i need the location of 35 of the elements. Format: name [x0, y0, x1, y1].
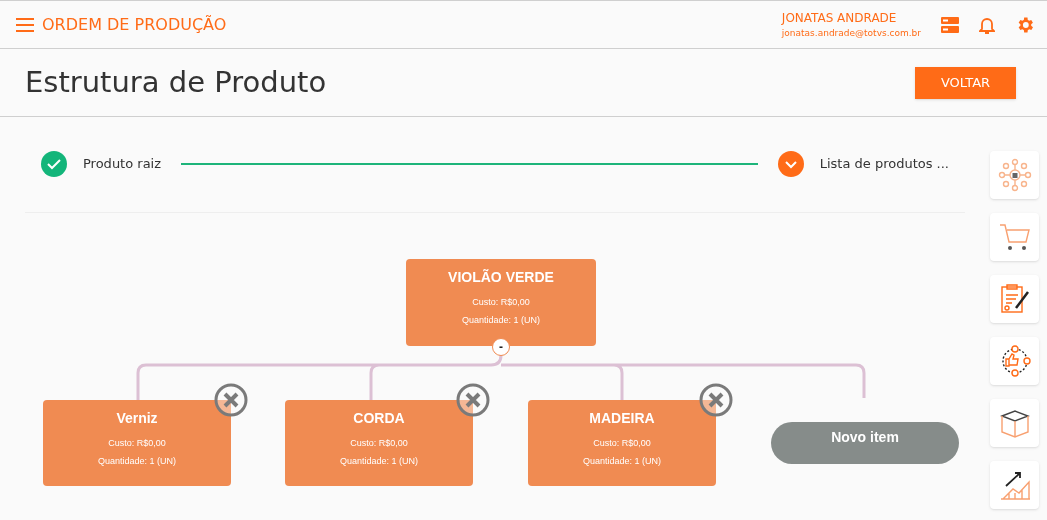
product-node[interactable]: CORDA Custo: R$0,00 Quantidade: 1 (UN) — [285, 400, 473, 486]
product-node[interactable]: Verniz Custo: R$0,00 Quantidade: 1 (UN) — [43, 400, 231, 486]
product-cost: Custo: R$0,00 — [350, 437, 408, 450]
server-icon[interactable] — [941, 16, 959, 33]
tool-button[interactable] — [990, 275, 1039, 323]
menu-icon[interactable] — [16, 17, 34, 32]
product-name: CORDA — [353, 409, 405, 428]
remove-icon[interactable] — [699, 383, 733, 417]
product-name: VIOLÃO VERDE — [448, 268, 554, 287]
step-label[interactable]: Lista de produtos ... — [819, 154, 949, 174]
product-name: MADEIRA — [589, 409, 655, 428]
network-icon — [997, 158, 1032, 192]
step-label[interactable]: Produto raiz — [83, 154, 162, 174]
tool-button[interactable] — [990, 461, 1039, 509]
notification-bell-icon[interactable] — [979, 15, 995, 34]
new-item-button[interactable]: Novo item — [771, 422, 959, 464]
user-name: JONATAS ANDRADE — [781, 9, 897, 27]
product-node[interactable]: MADEIRA Custo: R$0,00 Quantidade: 1 (UN) — [528, 400, 716, 486]
product-cost: Custo: R$0,00 — [472, 296, 530, 309]
product-name: Verniz — [116, 409, 158, 428]
product-quantity: Quantidade: 1 (UN) — [582, 454, 661, 468]
product-quantity: Quantidade: 1 (UN) — [461, 313, 540, 327]
product-quantity: Quantidade: 1 (UN) — [339, 454, 418, 468]
product-quantity: Quantidade: 1 (UN) — [97, 454, 176, 468]
product-node[interactable]: VIOLÃO VERDE Custo: R$0,00 Quantidade: 1 (UN) — [406, 259, 596, 346]
product-cost: Custo: R$0,00 — [108, 437, 166, 450]
user-email: jonatas.andrade@totvs.com.br — [781, 26, 921, 40]
remove-icon[interactable] — [456, 383, 490, 417]
product-cost: Custo: R$0,00 — [593, 437, 651, 450]
page-title: Estrutura de Produto — [25, 63, 327, 101]
tool-button[interactable] — [990, 399, 1039, 447]
tool-button[interactable] — [990, 337, 1039, 385]
remove-icon[interactable] — [214, 383, 248, 417]
app-title: ORDEM DE PRODUÇÃO — [42, 13, 227, 36]
back-button[interactable]: VOLTAR — [915, 66, 1016, 99]
